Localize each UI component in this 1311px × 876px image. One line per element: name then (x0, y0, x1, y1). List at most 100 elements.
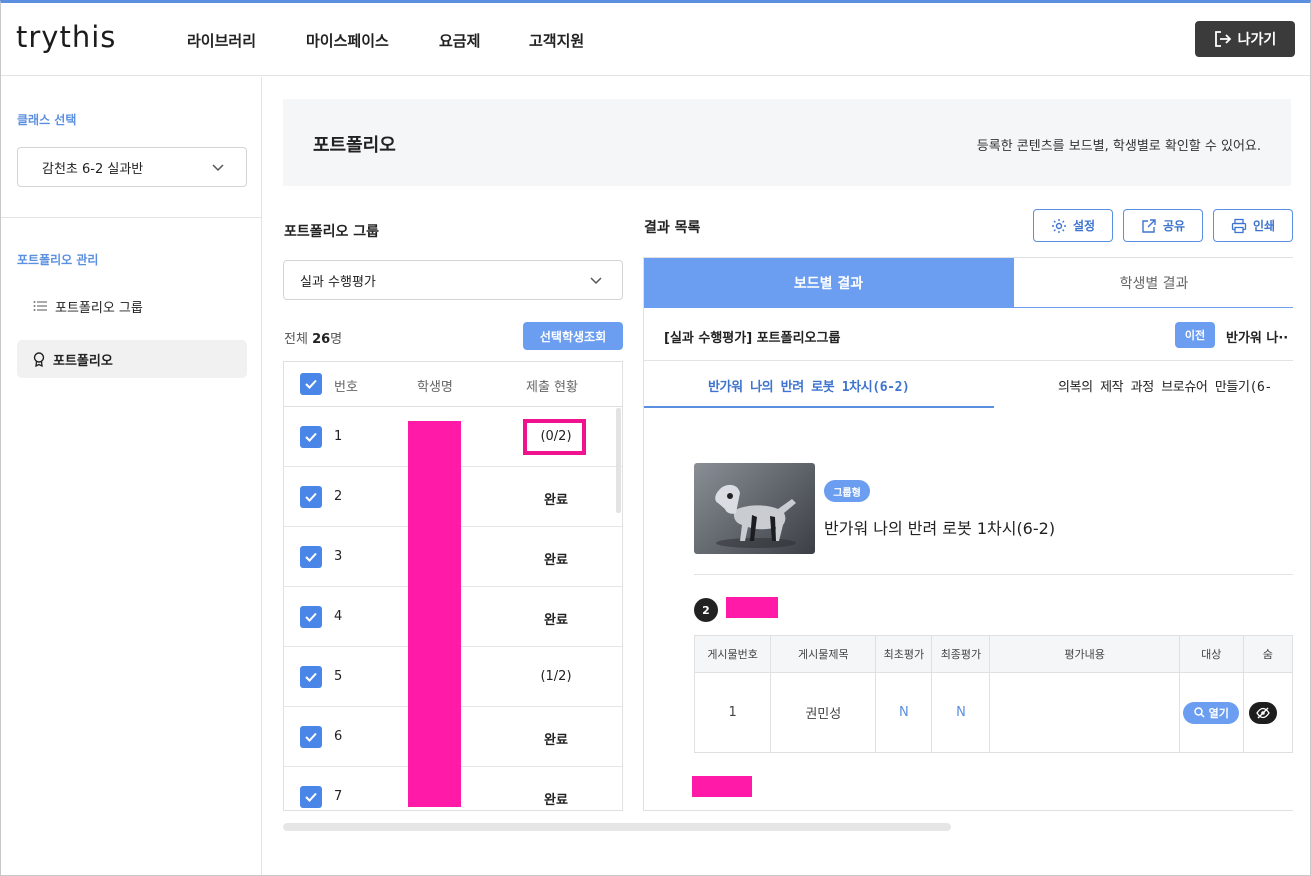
check-icon (305, 379, 317, 389)
page-header: 포트폴리오 등록한 콘텐츠를 보드별, 학생별로 확인할 수 있어요. (283, 99, 1291, 186)
submission-status: 완료 (544, 733, 568, 748)
robot-dog-image (715, 484, 796, 548)
results-title: 결과 목록 (644, 220, 701, 236)
redacted-label (726, 597, 778, 618)
row-checkbox[interactable] (300, 786, 322, 808)
col-target: 대상 (1178, 635, 1244, 673)
settings-label: 설정 (1072, 219, 1096, 233)
col-post-number: 게시물번호 (693, 635, 772, 673)
check-icon (305, 612, 317, 622)
row-checkbox[interactable] (300, 486, 322, 508)
page-description: 등록한 콘텐츠를 보드별, 학생별로 확인할 수 있어요. (976, 139, 1261, 154)
redacted-label (692, 776, 752, 797)
class-section-title: 클래스 선택 (17, 113, 77, 127)
tab-student-results[interactable]: 학생별 결과 (1013, 258, 1293, 308)
submission-status: 완료 (544, 613, 568, 628)
row-checkbox[interactable] (300, 426, 322, 448)
submission-status: 완료 (544, 553, 568, 568)
nav-myspace[interactable]: 마이스페이스 (306, 30, 389, 51)
list-icon (33, 301, 47, 311)
check-icon (305, 432, 317, 442)
check-icon (305, 492, 317, 502)
nav-pricing[interactable]: 요금제 (439, 30, 480, 51)
page-title: 포트폴리오 (313, 135, 396, 156)
next-board-label[interactable]: 반가워 나·· (1226, 327, 1288, 346)
highlight-box (523, 419, 586, 455)
exit-label: 나가기 (1237, 32, 1277, 48)
subtab-brochure[interactable]: 의복의 제작 과정 브로슈어 만들기(6- (1058, 376, 1272, 395)
board-thumbnail[interactable] (694, 463, 815, 554)
redacted-names (408, 421, 461, 807)
query-selected-button[interactable]: 선택학생조회 (523, 322, 623, 350)
table-header: 번호 학생명 제출 현황 (284, 362, 622, 407)
row-number: 7 (334, 789, 343, 804)
tab-board-results[interactable]: 보드별 결과 (644, 258, 1013, 308)
total-suffix: 명 (330, 332, 343, 347)
sidebar-item-portfolio-group[interactable]: 포트폴리오 그룹 (17, 287, 247, 325)
share-label: 공유 (1162, 219, 1186, 233)
sidebar: 클래스 선택 감천초 6-2 실과반 포트폴리오 관리 포트폴리오 그룹 포트폴… (1, 77, 262, 875)
top-nav: trythis 라이브러리 마이스페이스 요금제 고객지원 나가기 (1, 3, 1310, 76)
hide-button[interactable] (1248, 701, 1277, 724)
post-title[interactable]: 권민성 (770, 672, 877, 753)
post-count-badge: 2 (694, 598, 718, 622)
student-table: 번호 학생명 제출 현황 1 (0/2) 2 완료 3 완료 4 완료 5 (1/2) 6 완료 7 완료 (283, 361, 623, 811)
printer-icon (1231, 218, 1247, 233)
exit-button[interactable]: 나가기 (1195, 21, 1295, 57)
open-label: 열기 (1208, 706, 1229, 720)
app-window: trythis 라이브러리 마이스페이스 요금제 고객지원 나가기 클래스 선택… (0, 0, 1311, 876)
col-number: 번호 (334, 380, 358, 395)
scrollbar-thumb[interactable] (616, 408, 621, 513)
row-number: 2 (334, 489, 343, 504)
check-icon (305, 552, 317, 562)
sidebar-divider (1, 217, 262, 218)
prev-button[interactable]: 이전 (1175, 322, 1215, 348)
table-row: 1 권민성 N N 열기 (693, 672, 1293, 753)
row-checkbox[interactable] (300, 606, 322, 628)
select-all-checkbox[interactable] (300, 373, 322, 395)
row-checkbox[interactable] (300, 666, 322, 688)
active-tab-indicator (644, 406, 994, 408)
divider (694, 574, 1293, 575)
portfolio-section-title: 포트폴리오 관리 (17, 253, 99, 267)
award-icon (33, 351, 45, 367)
print-label: 인쇄 (1252, 219, 1276, 233)
total-prefix: 전체 (284, 332, 308, 347)
col-eval-content: 평가내용 (989, 635, 1180, 673)
col-first-eval: 최초평가 (875, 635, 933, 673)
total-number: 26 (312, 332, 331, 347)
row-checkbox[interactable] (300, 546, 322, 568)
row-checkbox[interactable] (300, 726, 322, 748)
share-button[interactable]: 공유 (1123, 209, 1203, 242)
breadcrumb: [실과 수행평가] 포트폴리오그룹 (664, 331, 841, 346)
open-button[interactable]: 열기 (1183, 701, 1240, 724)
print-button[interactable]: 인쇄 (1213, 209, 1293, 242)
group-select-value: 실과 수행평가 (300, 274, 376, 290)
share-icon (1142, 218, 1156, 233)
check-icon (305, 732, 317, 742)
col-name: 학생명 (417, 380, 453, 395)
check-icon (305, 792, 317, 802)
horizontal-scrollbar[interactable] (283, 823, 951, 831)
group-type-badge: 그룹형 (824, 480, 870, 502)
subtab-robot[interactable]: 반가워 나의 반려 로봇 1차시(6-2) (708, 376, 910, 395)
nav-library[interactable]: 라이브러리 (187, 30, 256, 51)
target-cell: 열기 (1178, 672, 1244, 753)
group-select[interactable]: 실과 수행평가 (283, 260, 623, 300)
row-number: 1 (334, 429, 343, 444)
class-select[interactable]: 감천초 6-2 실과반 (17, 147, 247, 187)
row-number: 5 (334, 669, 343, 684)
submission-status: 완료 (544, 793, 568, 808)
board-title: 반가워 나의 반려 로봇 1차시(6-2) (824, 519, 1056, 538)
search-icon (1193, 707, 1205, 718)
nav-support[interactable]: 고객지원 (529, 30, 584, 51)
col-status: 제출 현황 (526, 380, 578, 395)
divider (644, 360, 1293, 361)
check-icon (305, 672, 317, 682)
settings-button[interactable]: 설정 (1033, 209, 1113, 242)
post-number: 1 (693, 672, 772, 753)
sidebar-item-portfolio[interactable]: 포트폴리오 (17, 340, 247, 378)
total-count: 전체 26명 (284, 328, 342, 347)
col-final-eval: 최종평가 (931, 635, 991, 673)
logo[interactable]: trythis (16, 20, 116, 54)
